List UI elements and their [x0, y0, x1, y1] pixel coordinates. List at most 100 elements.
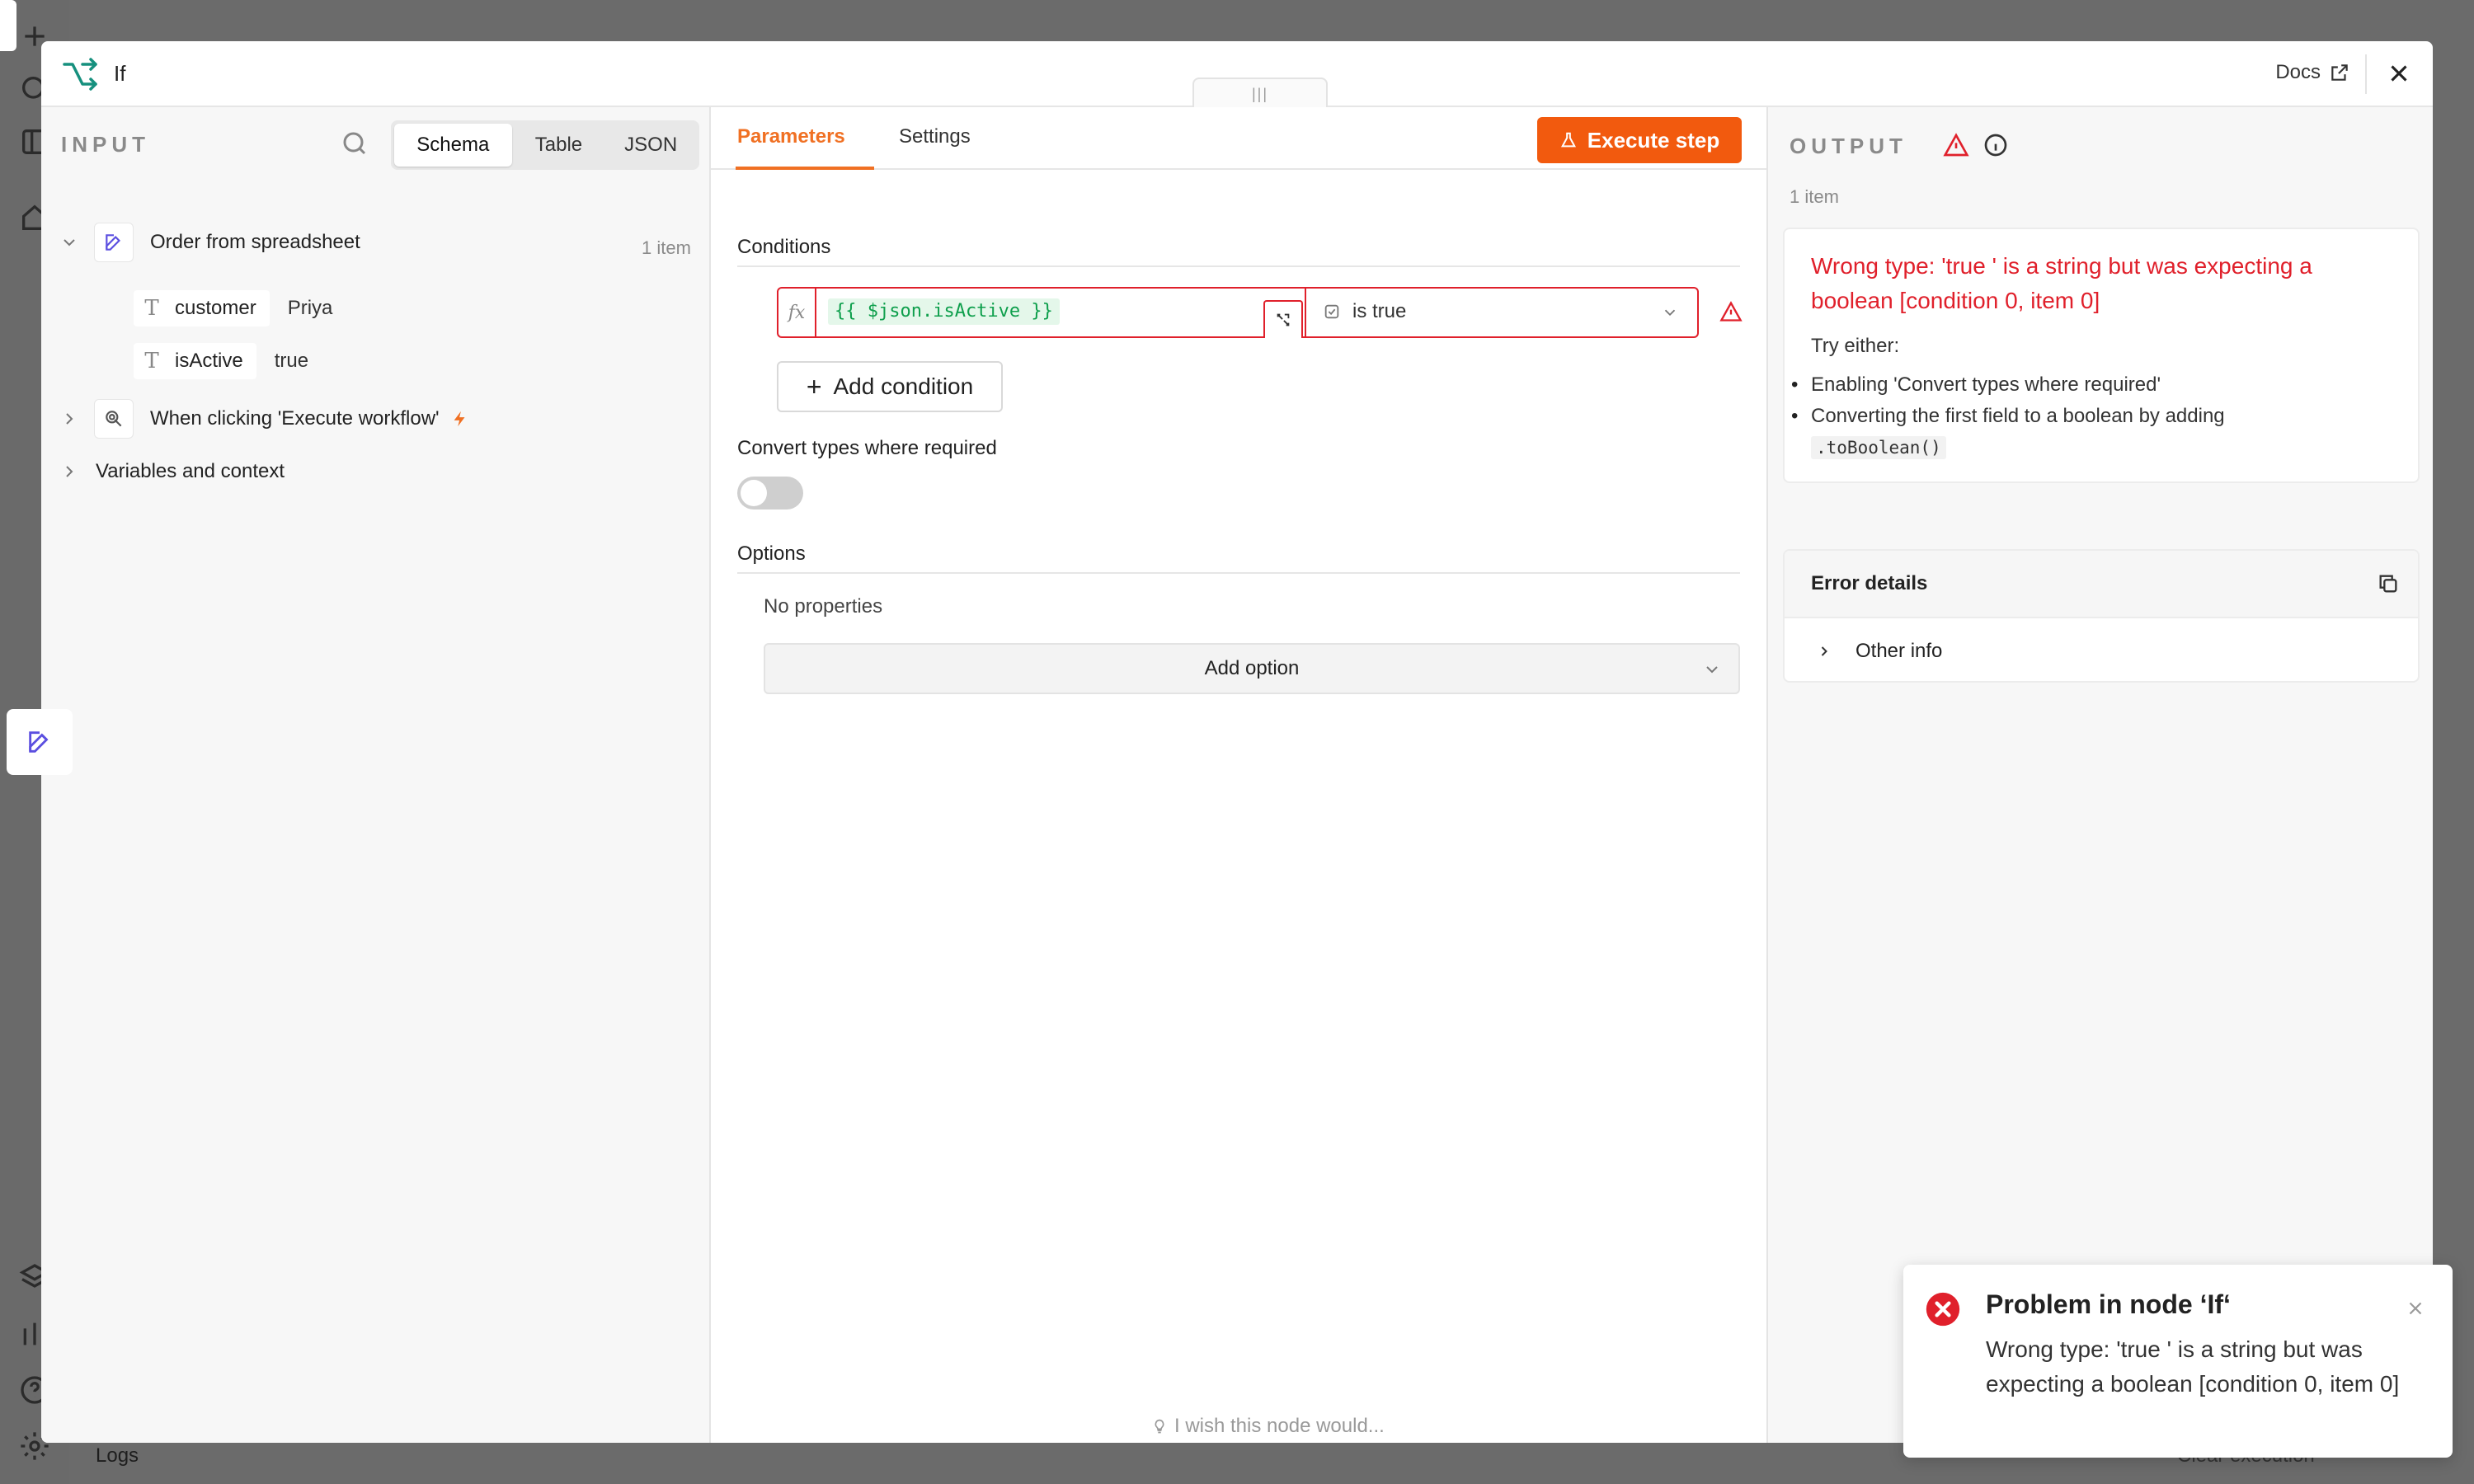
other-info-row[interactable]: Other info [1816, 640, 1942, 663]
warning-icon [1719, 301, 1743, 322]
feedback-link[interactable]: I wish this node would... [1151, 1415, 1385, 1438]
chevron-right-icon[interactable] [59, 462, 79, 481]
fx-icon: fx [778, 289, 816, 336]
edit-node-icon[interactable] [7, 709, 73, 775]
tab-settings[interactable]: Settings [899, 125, 971, 148]
chevron-down-icon[interactable] [1661, 303, 1679, 322]
other-info-label: Other info [1856, 640, 1943, 662]
node-icon [94, 399, 134, 439]
tip-item: Converting the first field to a boolean … [1791, 401, 2225, 463]
chevron-down-icon [1706, 666, 1718, 674]
error-card: Wrong type: 'true ' is a string but was … [1783, 228, 2420, 483]
node-icon [94, 223, 134, 262]
tree-node-order[interactable]: Order from spreadsheet [59, 223, 360, 262]
input-section-label: INPUT [61, 132, 150, 157]
toast-message: Wrong type: 'true ' is a string but was … [1986, 1336, 2400, 1397]
text-type-icon: T [134, 343, 170, 379]
tip-text: Converting the first field to a boolean … [1811, 405, 2225, 427]
flask-icon [1560, 132, 1576, 148]
checkbox-icon [1324, 304, 1339, 319]
node-details-modal: If ||| Docs INPUT Schema Table JSON Orde… [41, 41, 2433, 1443]
active-tab-indicator [736, 167, 874, 170]
header-divider [2365, 54, 2367, 94]
mapping-toggle-button[interactable] [1263, 300, 1303, 338]
feedback-label: I wish this node would... [1174, 1415, 1385, 1437]
close-icon[interactable] [2385, 59, 2413, 87]
chevron-down-icon[interactable] [59, 232, 79, 252]
execute-step-label: Execute step [1587, 127, 1720, 153]
error-toast: Problem in node ‘If‘ Wrong type: 'true '… [1903, 1265, 2453, 1458]
node-label: When clicking 'Execute workflow' [150, 407, 440, 430]
pointer-click-icon [106, 411, 122, 427]
tree-variables[interactable]: Variables and context [59, 460, 285, 483]
output-panel: OUTPUT 1 item Wrong type: 'true ' is a s… [1766, 107, 2433, 1443]
schema-field-isactive[interactable]: T isActive true [134, 343, 308, 379]
conditions-label: Conditions [737, 236, 831, 258]
add-option-dropdown[interactable]: Add option [764, 643, 1740, 694]
output-item-count: 1 item [1790, 186, 1839, 207]
copy-icon[interactable] [2377, 572, 2400, 595]
close-icon[interactable] [2405, 1298, 2426, 1319]
add-option-label: Add option [1204, 657, 1300, 679]
parameters-panel: Parameters Settings Execute step Conditi… [711, 107, 1766, 1443]
code-snippet: .toBoolean() [1811, 436, 1946, 459]
operator-select[interactable]: is true [1323, 300, 1406, 323]
toast-title: Problem in node ‘If‘ [1986, 1289, 2231, 1319]
execute-step-button[interactable]: Execute step [1537, 117, 1742, 163]
item-count: 1 item [642, 237, 691, 258]
modal-title[interactable]: If [114, 61, 125, 87]
try-either-label: Try either: [1811, 335, 1900, 357]
search-icon[interactable] [340, 129, 369, 158]
lightbulb-icon [1155, 1419, 1164, 1434]
add-condition-label: Add condition [833, 373, 974, 399]
docs-label: Docs [2275, 61, 2321, 83]
expression-toggle-icon [1277, 313, 1290, 326]
no-properties-text: No properties [764, 595, 883, 618]
tab-parameters[interactable]: Parameters [737, 125, 845, 148]
field-value: true [274, 350, 309, 372]
field-value: Priya [287, 297, 333, 319]
add-condition-button[interactable]: + Add condition [777, 361, 1003, 412]
condition-row: fx {{ $json.isActive }} is true [777, 287, 1699, 338]
expression-input[interactable]: {{ $json.isActive }} [828, 298, 1060, 325]
chevron-right-icon[interactable] [59, 409, 79, 429]
drag-handle[interactable]: ||| [1192, 77, 1328, 109]
error-message: Wrong type: 'true ' is a string but was … [1811, 253, 2312, 313]
text-type-icon: T [134, 290, 170, 326]
edit-icon [106, 234, 121, 251]
input-view-switcher: Schema Table JSON [391, 120, 699, 170]
convert-types-toggle[interactable] [737, 477, 803, 510]
add-node-button[interactable] [0, 0, 16, 51]
tree-node-trigger[interactable]: When clicking 'Execute workflow' [59, 399, 469, 439]
error-details-card: Error details Other info [1783, 549, 2420, 683]
tip-item: Enabling 'Convert types where required' [1791, 369, 2225, 401]
error-tips: Enabling 'Convert types where required' … [1791, 369, 2225, 463]
tab-table[interactable]: Table [514, 124, 604, 167]
schema-field-customer[interactable]: T customer Priya [134, 290, 332, 326]
plus-icon: + [806, 372, 822, 402]
variables-label: Variables and context [96, 460, 285, 482]
tab-json[interactable]: JSON [605, 124, 696, 167]
divider [737, 572, 1740, 574]
toggle-knob [741, 480, 767, 506]
operator-label: is true [1352, 300, 1407, 322]
docs-link[interactable]: Docs [2275, 61, 2350, 84]
error-details-title: Error details [1811, 572, 1928, 594]
modal-header: If ||| Docs [41, 41, 2433, 109]
tab-schema[interactable]: Schema [394, 124, 512, 167]
field-name[interactable]: customer [170, 290, 270, 326]
node-label: Order from spreadsheet [150, 231, 360, 253]
params-tabs: Parameters Settings Execute step [711, 107, 1766, 170]
input-panel: INPUT Schema Table JSON Order from sprea… [41, 107, 711, 1443]
external-link-icon [2331, 64, 2348, 81]
divider [737, 265, 1740, 267]
if-node-icon [63, 58, 97, 91]
info-icon[interactable] [1982, 132, 2009, 158]
chevron-right-icon [1821, 646, 1827, 656]
output-section-label: OUTPUT [1790, 134, 1907, 158]
field-name[interactable]: isActive [170, 343, 256, 379]
divider [1305, 289, 1306, 336]
error-circle-icon [1926, 1292, 1960, 1327]
warning-icon[interactable] [1943, 132, 1969, 158]
logs-label[interactable]: Logs [96, 1444, 139, 1468]
